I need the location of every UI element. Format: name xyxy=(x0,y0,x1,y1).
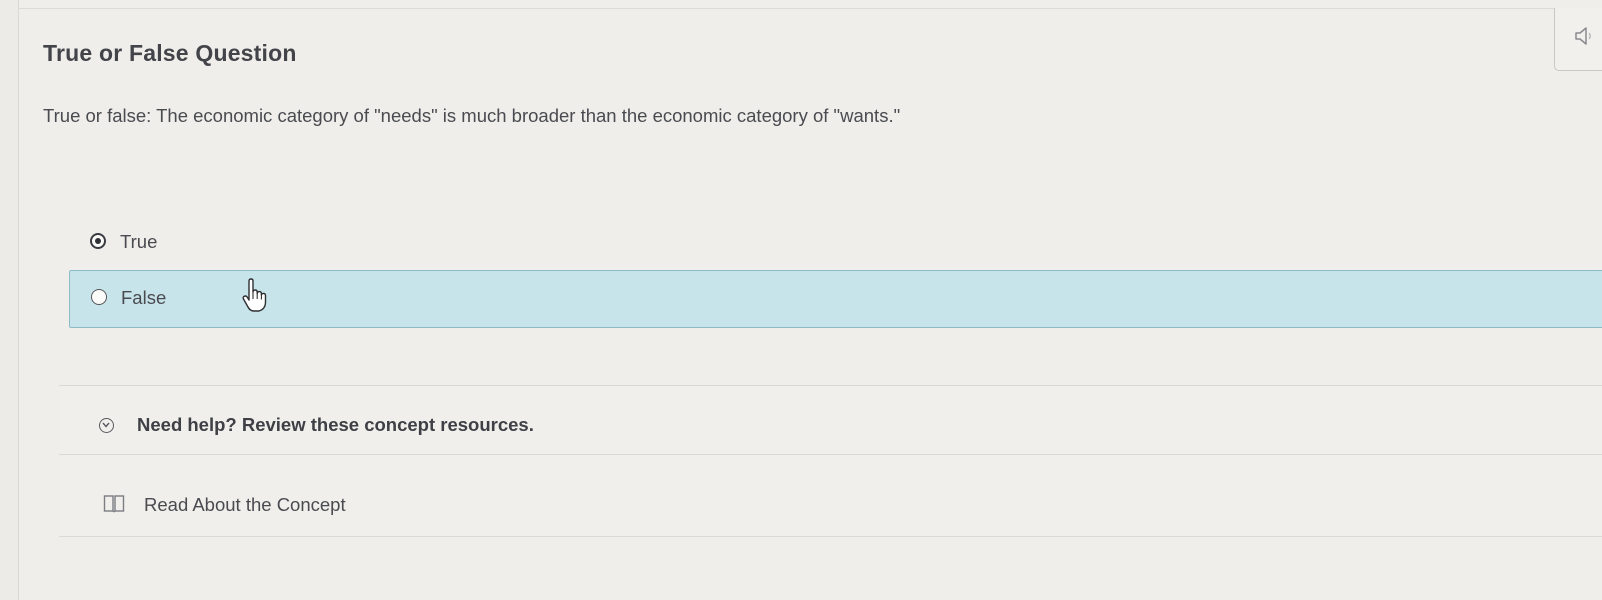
answer-label-true: True xyxy=(120,231,158,252)
resource-label: Read About the Concept xyxy=(144,494,346,515)
answer-label-false: False xyxy=(121,287,167,308)
question-title: True or False Question xyxy=(43,40,297,66)
help-toggle[interactable]: Need help? Review these concept resource… xyxy=(59,386,1602,455)
resource-read-about-concept[interactable]: Read About the Concept xyxy=(59,470,1602,537)
book-icon xyxy=(103,495,125,513)
help-resources-panel: Need help? Review these concept resource… xyxy=(59,385,1602,538)
chevron-down-circle-icon xyxy=(99,418,114,433)
question-prompt: True or false: The economic category of … xyxy=(43,105,901,126)
read-aloud-button[interactable] xyxy=(1554,8,1602,71)
answer-option-true[interactable]: True xyxy=(69,215,1602,273)
answer-option-false[interactable]: False xyxy=(69,270,1602,328)
hand-pointer-icon xyxy=(242,278,267,312)
speaker-icon xyxy=(1575,27,1591,45)
help-title: Need help? Review these concept resource… xyxy=(137,414,534,435)
top-divider xyxy=(19,8,1602,9)
radio-true[interactable] xyxy=(90,233,106,249)
question-page: True or False Question True or false: Th… xyxy=(18,0,1602,600)
radio-false[interactable] xyxy=(91,289,107,305)
